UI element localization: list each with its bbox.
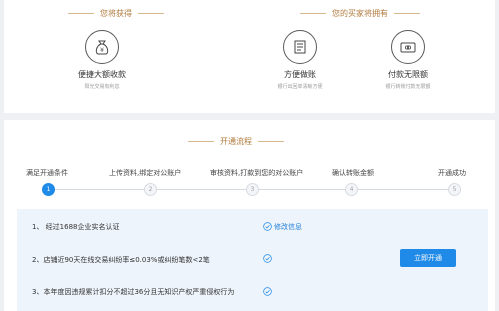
feature-bookkeeping: 方便做账 银行出回单清晰方便 — [240, 30, 360, 90]
requirement-row-3: 3、本年度因违规累计扣分不超过36分且无知识产权严重侵权行为 — [32, 288, 235, 296]
feature-sub: 银行出回单清晰方便 — [277, 84, 323, 90]
step-label-3: 审核资料,打款到您的对公账户 — [210, 169, 304, 177]
feature-unlimited: 付款无限额 银行转账付款无限额 — [348, 30, 468, 90]
feature-sub: 阳光交易有利息 — [84, 84, 120, 90]
process-title: 开通流程 — [182, 136, 290, 147]
card-icon — [391, 30, 425, 64]
feature-large-payment: ¥ 便捷大额收款 阳光交易有利息 — [42, 30, 162, 90]
check-circle-icon — [263, 287, 272, 296]
edit-info-link[interactable]: 修改信息 — [274, 222, 302, 232]
receipt-icon — [283, 30, 317, 64]
check-circle-icon — [263, 222, 272, 231]
money-bag-icon: ¥ — [85, 30, 119, 64]
you-get-title: 您将获得 — [62, 8, 170, 19]
feature-name: 便捷大额收款 — [78, 70, 126, 79]
step-label-1: 满足开通条件 — [26, 169, 68, 177]
svg-text:¥: ¥ — [100, 47, 104, 54]
buyer-title: 您的买家将拥有 — [294, 8, 426, 19]
step-dot-3: 3 — [246, 183, 259, 196]
step-label-4: 确认转账金额 — [332, 169, 374, 177]
feature-sub: 银行转账付款无限额 — [385, 84, 431, 90]
feature-name: 方便做账 — [284, 70, 316, 79]
open-now-button[interactable]: 立即开通 — [400, 249, 456, 267]
requirement-row-2: 2、店铺近90天在线交易纠纷率≤0.03%或纠纷笔数<2笔 — [32, 256, 210, 264]
step-dot-1: 1 — [42, 183, 55, 196]
step-dot-5: 5 — [448, 183, 461, 196]
feature-name: 付款无限额 — [388, 70, 428, 79]
check-circle-icon — [263, 254, 272, 263]
requirement-row-1: 1、 经过1688企业实名认证 — [32, 223, 120, 231]
step-dot-2: 2 — [144, 183, 157, 196]
step-label-2: 上传资料,绑定对公账户 — [109, 169, 182, 177]
step-dot-4: 4 — [345, 183, 358, 196]
step-label-5: 开通成功 — [438, 169, 466, 177]
